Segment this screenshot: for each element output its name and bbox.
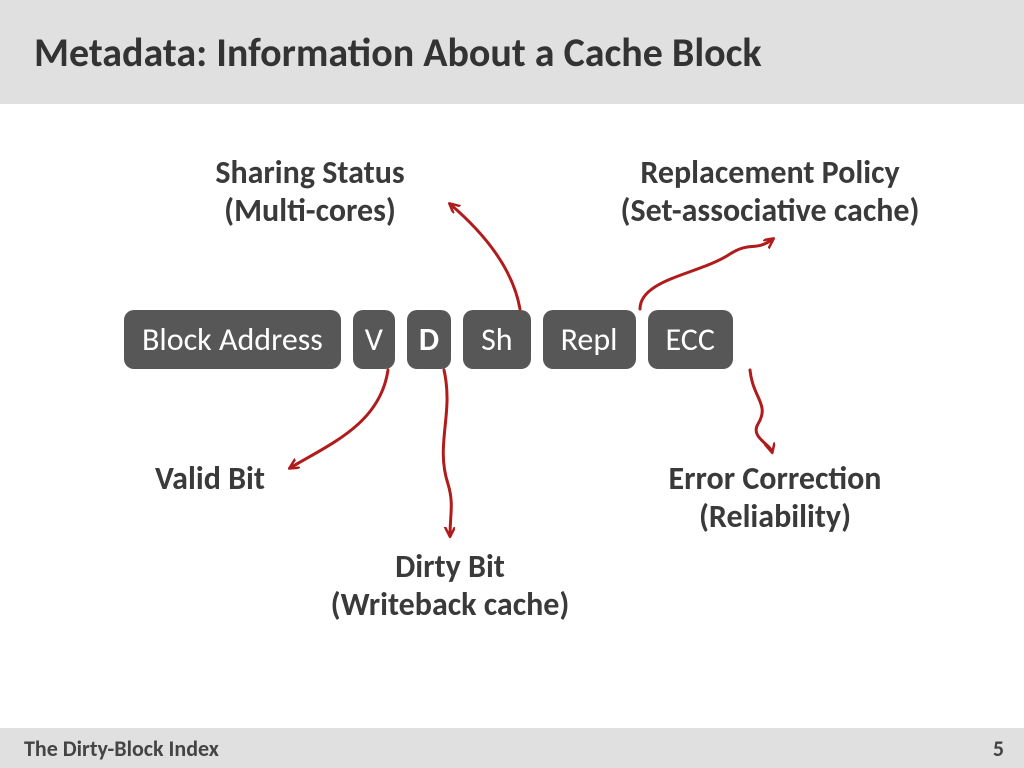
field-replacement: Repl — [543, 310, 636, 369]
arrow-repl-to-replacement — [640, 239, 773, 309]
annotation-line: (Set-associative cache) — [560, 192, 980, 230]
content-area: Sharing Status (Multi-cores) Replacement… — [0, 104, 1024, 728]
annotation-line: Error Correction — [610, 460, 940, 498]
field-ecc: ECC — [648, 310, 733, 369]
annotation-sharing-status: Sharing Status (Multi-cores) — [150, 154, 470, 231]
annotation-line: Replacement Policy — [560, 154, 980, 192]
arrow-d-to-dirty — [443, 370, 451, 536]
annotation-line: Valid Bit — [110, 460, 310, 498]
annotation-line: (Reliability) — [610, 498, 940, 536]
footer-page-number: 5 — [993, 735, 1004, 762]
footer-bar: The Dirty-Block Index 5 — [0, 728, 1024, 768]
slide: Metadata: Information About a Cache Bloc… — [0, 0, 1024, 768]
annotation-dirty-bit: Dirty Bit (Writeback cache) — [290, 548, 610, 625]
field-dirty-bit-label: D — [419, 320, 439, 359]
annotation-line: Dirty Bit — [290, 548, 610, 586]
cache-field-row: Block Address V D Sh Repl ECC — [124, 310, 733, 369]
annotation-valid-bit: Valid Bit — [110, 460, 310, 498]
arrow-v-to-valid — [290, 370, 388, 468]
field-dirty-bit: D — [407, 310, 451, 369]
arrow-ecc-to-error-correction — [750, 370, 772, 452]
annotation-line: (Multi-cores) — [150, 192, 470, 230]
field-sharing: Sh — [463, 310, 531, 369]
field-block-address: Block Address — [124, 310, 341, 369]
page-title: Metadata: Information About a Cache Bloc… — [34, 28, 762, 77]
annotation-line: (Writeback cache) — [290, 586, 610, 624]
annotation-line: Sharing Status — [150, 154, 470, 192]
annotation-error-correction: Error Correction (Reliability) — [610, 460, 940, 537]
field-valid-bit: V — [353, 310, 395, 369]
title-bar: Metadata: Information About a Cache Bloc… — [0, 0, 1024, 104]
footer-title: The Dirty-Block Index — [24, 735, 219, 762]
annotation-replacement-policy: Replacement Policy (Set-associative cach… — [560, 154, 980, 231]
